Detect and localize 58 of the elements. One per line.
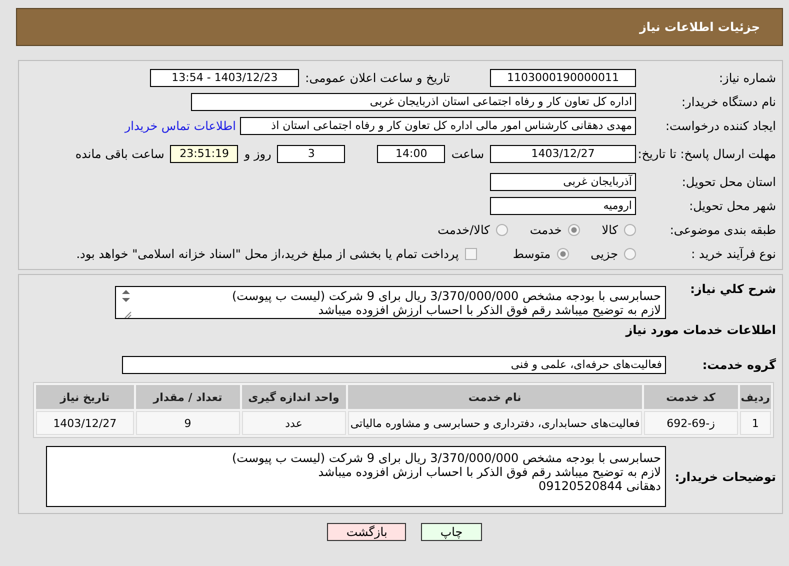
column-header: تاریخ نیاز <box>36 385 134 409</box>
field-label: نوع فرآیند خرید : <box>690 246 776 260</box>
column-header: نام خدمت <box>348 385 642 409</box>
field-label: مهلت ارسال پاسخ: تا تاریخ: <box>636 146 776 160</box>
days-field: 3 <box>277 144 346 162</box>
scroll-arrows-icon[interactable] <box>120 288 132 318</box>
field-label: ایجاد کننده درخواست: <box>664 118 776 132</box>
buyer-org-field: اداره کل تعاون کار و رفاه اجتماعی استان اذربایجان غربی <box>191 92 636 110</box>
column-header: ردیف <box>740 385 771 409</box>
field-label: نام دستگاه خریدار: <box>680 94 776 108</box>
field-label: شماره نیاز: <box>718 70 776 84</box>
field-label: تاریخ و ساعت اعلان عمومی: <box>305 70 450 84</box>
field-label: شرح کلي نياز: <box>689 282 776 296</box>
radio-button[interactable] <box>624 224 636 236</box>
column-header: واحد اندازه گیری <box>242 385 346 409</box>
field-label: گروه خدمت: <box>701 358 776 372</box>
buyer-contact-link[interactable]: اطلاعات تماس خریدار <box>124 118 236 132</box>
option-label: کالا/خدمت <box>438 222 490 236</box>
table-cell: فعالیت‌های حسابداری، دفترداری و حسابرسی و مشاوره مالیاتی <box>348 411 642 435</box>
section-title: اطلاعات خدمات مورد نياز <box>624 323 776 339</box>
radio-button[interactable] <box>624 248 636 260</box>
buyer-notes-field[interactable]: حسابرسی با بودجه مشخص 3/370/000/000 ریال برای 9 شرکت (لیست ب پیوست) لازم به توضیح میباشد رقم فوق الذکر با احساب ارزش افزوده میباشد دهقانی 09120520844 <box>46 446 666 507</box>
table-cell: ز-69-692 <box>644 411 738 435</box>
need-number-field: 1103000190000011 <box>490 68 636 86</box>
table-cell: 9 <box>136 411 240 435</box>
checkbox-label: پرداخت تمام یا بخشی از مبلغ خرید،از محل "اسناد خزانه اسلامی" خواهد بود. <box>76 246 459 260</box>
time-label: ساعت <box>451 146 484 160</box>
requester-field: مهدی دهقانی کارشناس امور مالی اداره کل تعاون کار و رفاه اجتماعی استان اذ <box>240 116 636 134</box>
announce-date-field: 1403/12/23 - 13:54 <box>150 68 300 86</box>
table-cell: 1 <box>740 411 771 435</box>
remaining-time-field: 23:51:19 <box>170 144 238 162</box>
days-label: روز و <box>244 146 272 160</box>
radio-button[interactable] <box>556 248 569 260</box>
option-label: کالا <box>602 222 618 236</box>
checkbox[interactable] <box>464 248 477 260</box>
field-label: توضیحات خریدار: <box>674 470 776 484</box>
radio-button[interactable] <box>568 224 580 236</box>
radio-button[interactable] <box>496 224 508 236</box>
print-button[interactable]: چاپ <box>421 523 482 541</box>
description-field[interactable]: حسابرسی با بودجه مشخص 3/370/000/000 ریال برای 9 شرکت (لیست ب پیوست) لازم به توضیح میباشد رقم فوق الذکر با احساب ارزش افزوده میباشد <box>115 286 666 319</box>
page-title: جزئیات اطلاعات نیاز <box>639 20 760 34</box>
back-button[interactable]: بازگشت <box>327 523 406 541</box>
field-label: طبقه بندی موضوعی: <box>668 222 776 236</box>
option-label: خدمت <box>530 222 562 236</box>
column-header: کد خدمت <box>644 385 738 409</box>
column-header: تعداد / مقدار <box>136 385 240 409</box>
deadline-date-field: 1403/12/27 <box>490 144 636 162</box>
service-group-field: فعالیت‌های حرفه‌ای، علمی و فنی <box>122 356 666 374</box>
deadline-time-field: 14:00 <box>377 144 446 162</box>
province-field: آذربایجان غربی <box>490 172 636 190</box>
field-label: استان محل تحویل: <box>680 174 776 188</box>
field-label: شهر محل تحویل: <box>688 198 776 212</box>
table-cell: 1403/12/27 <box>36 411 134 435</box>
option-label: متوسط <box>512 246 551 260</box>
option-label: جزیی <box>590 246 618 260</box>
remaining-label: ساعت باقی مانده <box>75 146 164 160</box>
city-field: ارومیه <box>490 196 636 214</box>
table-cell: عدد <box>242 411 346 435</box>
